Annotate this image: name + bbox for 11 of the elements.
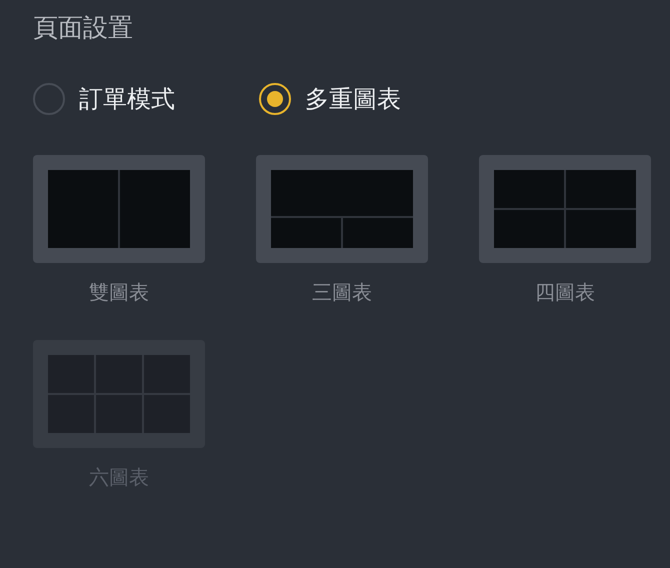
radio-icon [259,83,291,115]
layout-label: 四圖表 [535,279,595,305]
layout-option[interactable] [256,155,428,263]
mode-radio[interactable]: 多重圖表 [259,83,401,115]
layout-option[interactable] [479,155,651,263]
mode-radio[interactable]: 訂單模式 [33,83,175,115]
layout-label: 雙圖表 [89,279,149,305]
section-title: 頁面設置 [33,12,133,44]
layout-label: 三圖表 [312,279,372,305]
layout-option[interactable] [33,155,205,263]
radio-icon [33,83,65,115]
